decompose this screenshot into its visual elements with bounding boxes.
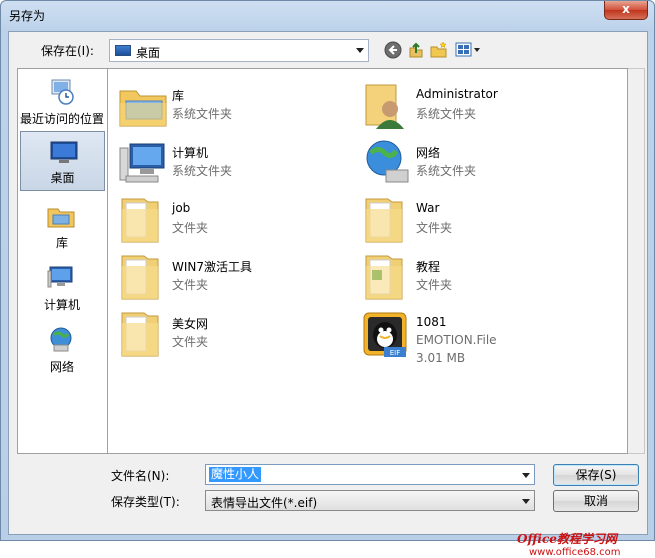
list-item[interactable]: 美女网 文件夹: [112, 305, 352, 361]
libraries-icon: [47, 208, 75, 228]
vertical-scrollbar[interactable]: [628, 68, 645, 454]
file-type: 系统文件夹: [416, 107, 477, 121]
watermark-title: Office教程学习网: [517, 532, 617, 546]
cancel-button[interactable]: 取消: [553, 490, 639, 512]
place-network[interactable]: 网络: [18, 319, 106, 379]
file-type: 文件夹: [172, 221, 209, 235]
chevron-down-icon[interactable]: [522, 473, 530, 478]
file-type: 系统文件夹: [416, 164, 477, 178]
libraries-folder-icon: [119, 90, 167, 127]
chevron-down-icon[interactable]: [522, 499, 530, 504]
list-item[interactable]: 教程 文件夹: [356, 248, 596, 304]
file-type: 文件夹: [416, 278, 453, 292]
desktop-icon: [115, 45, 131, 56]
title-bar: 另存为 x: [1, 1, 654, 31]
folder-icon: [121, 312, 159, 357]
list-item[interactable]: EIF 1081 EMOTION.File 3.01 MB: [356, 305, 596, 375]
list-item[interactable]: 计算机 系统文件夹: [112, 134, 352, 190]
folder-icon: [365, 198, 403, 243]
places-bar: 最近访问的位置 桌面 库 计算机 网络: [17, 68, 107, 454]
file-name: 美女网: [172, 317, 209, 331]
list-item[interactable]: Administrator 系统文件夹: [356, 77, 596, 133]
folder-icon: [121, 198, 159, 243]
computer-icon: [119, 143, 165, 183]
svg-text:EIF: EIF: [390, 349, 401, 357]
file-list[interactable]: 库 系统文件夹 Administrator 系统文件夹 计算机 系统文件夹 网络…: [107, 68, 628, 454]
list-item[interactable]: War 文件夹: [356, 191, 596, 247]
window-title: 另存为: [9, 9, 46, 23]
place-label: 桌面: [50, 171, 75, 185]
desktop-icon: [50, 141, 78, 163]
place-label: 最近访问的位置: [19, 112, 104, 126]
filename-value: 魔性小人: [209, 467, 262, 482]
watermark-url: www.office68.com: [529, 547, 621, 558]
save-in-combo[interactable]: 桌面: [109, 39, 369, 62]
file-name: 网络: [416, 146, 441, 160]
new-folder-icon[interactable]: [430, 41, 448, 59]
place-label: 计算机: [43, 298, 80, 312]
save-in-value: 桌面: [136, 46, 161, 60]
close-button[interactable]: x: [604, 1, 648, 20]
qq-emotion-file-icon: EIF: [363, 312, 407, 357]
file-name: 教程: [416, 260, 441, 274]
place-label: 网络: [49, 360, 74, 374]
network-icon: [366, 140, 409, 183]
dialog-client-area: 保存在(I): 桌面 最近访问的位置 桌面 库 计算机 网络 库 系统文件夹 A…: [8, 31, 648, 558]
list-item[interactable]: 网络 系统文件夹: [356, 134, 596, 190]
place-recent[interactable]: 最近访问的位置: [18, 71, 106, 131]
file-type: 系统文件夹: [172, 107, 233, 121]
filename-input[interactable]: 魔性小人: [205, 464, 535, 485]
computer-icon: [47, 266, 73, 288]
view-menu-icon[interactable]: [455, 41, 481, 59]
file-type: 文件夹: [172, 335, 209, 349]
save-button[interactable]: 保存(S): [553, 464, 639, 486]
user-folder-icon: [365, 84, 404, 129]
file-type: EMOTION.File: [416, 333, 497, 347]
folder-icon: [365, 255, 403, 300]
filename-label: 文件名(N):: [111, 469, 170, 483]
file-name: 计算机: [172, 146, 209, 160]
filetype-select[interactable]: 表情导出文件(*.eif): [205, 490, 535, 511]
file-size: 3.01 MB: [416, 351, 466, 365]
file-name: 库: [172, 89, 185, 103]
save-in-label: 保存在(I):: [41, 44, 94, 58]
recent-places-icon: [51, 79, 74, 105]
file-name: job: [172, 201, 191, 215]
file-name: Administrator: [416, 87, 498, 101]
file-type: 文件夹: [172, 278, 209, 292]
place-computer[interactable]: 计算机: [18, 257, 106, 317]
place-libraries[interactable]: 库: [18, 195, 106, 255]
place-desktop[interactable]: 桌面: [20, 131, 105, 191]
filetype-value: 表情导出文件(*.eif): [211, 496, 318, 510]
place-label: 库: [55, 236, 68, 250]
file-type: 系统文件夹: [172, 164, 233, 178]
back-icon[interactable]: [384, 41, 402, 59]
file-name: War: [416, 201, 440, 215]
save-as-dialog: 另存为 x 保存在(I): 桌面 最近访问的位置 桌面 库 计算机 网络 库 系…: [0, 0, 655, 558]
folder-icon: [121, 255, 159, 300]
file-name: WIN7激活工具: [172, 260, 253, 274]
file-type: 文件夹: [416, 221, 453, 235]
list-item[interactable]: job 文件夹: [112, 191, 352, 247]
chevron-down-icon[interactable]: [356, 48, 364, 53]
list-item[interactable]: 库 系统文件夹: [112, 77, 352, 133]
network-icon: [50, 327, 72, 352]
list-item[interactable]: WIN7激活工具 文件夹: [112, 248, 352, 304]
up-folder-icon[interactable]: [407, 41, 425, 59]
filetype-label: 保存类型(T):: [111, 495, 180, 509]
file-name: 1081: [416, 315, 447, 329]
